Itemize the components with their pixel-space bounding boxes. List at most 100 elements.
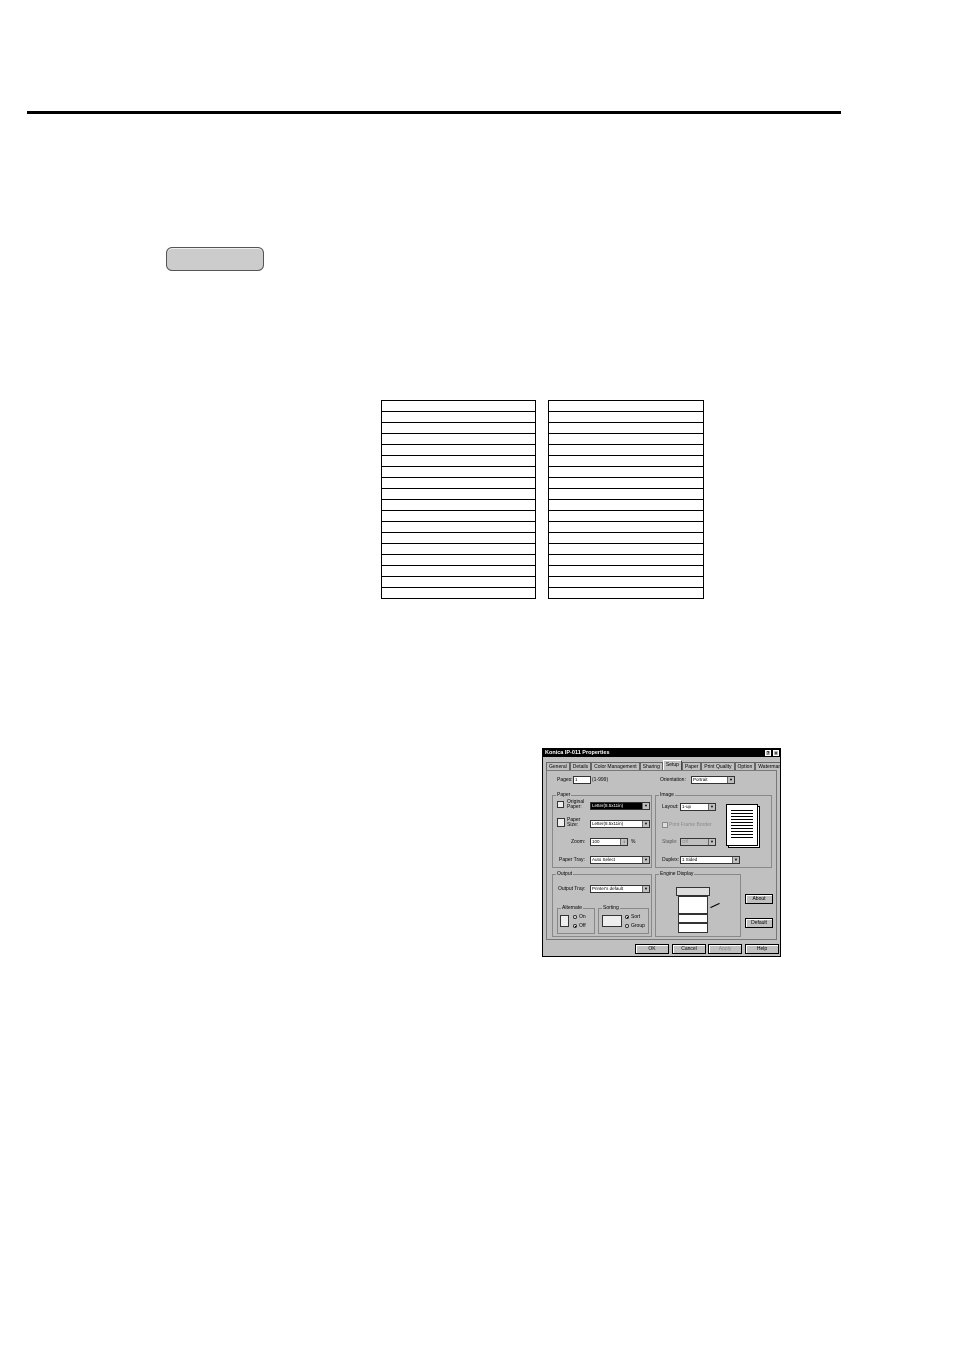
print-frame-label: Print Frame Border bbox=[669, 822, 712, 828]
sort-label: Sort bbox=[631, 914, 641, 920]
orientation-value: Portrait bbox=[693, 777, 708, 782]
layout-select[interactable]: 1-up ▼ bbox=[680, 803, 716, 811]
print-frame-checkbox[interactable] bbox=[662, 822, 668, 828]
table-row bbox=[381, 554, 536, 566]
header-rule bbox=[27, 111, 841, 114]
table-row bbox=[381, 532, 536, 544]
table-row bbox=[381, 521, 536, 533]
output-group: Output Output Tray: Printer's default ▼ A… bbox=[552, 871, 652, 937]
table-row bbox=[381, 455, 536, 467]
zoom-input[interactable]: 100 ↕ bbox=[590, 838, 628, 846]
table-row bbox=[548, 444, 704, 456]
settings-table-right bbox=[548, 400, 704, 599]
table-row bbox=[548, 433, 704, 445]
table-row bbox=[548, 543, 704, 555]
table-cell bbox=[381, 466, 536, 478]
alternate-on-label: On bbox=[579, 914, 586, 920]
table-row bbox=[381, 488, 536, 500]
table-cell bbox=[548, 466, 704, 478]
duplex-select[interactable]: 1 Sided ▼ bbox=[680, 856, 740, 864]
group-radio[interactable] bbox=[625, 924, 629, 928]
settings-table-left bbox=[381, 400, 536, 599]
alternate-group: Alternate On Off bbox=[557, 905, 595, 934]
table-cell bbox=[381, 444, 536, 456]
table-row bbox=[548, 400, 704, 412]
table-cell bbox=[548, 576, 704, 588]
table-row bbox=[381, 576, 536, 588]
original-paper-select[interactable]: Letter(8.5x11in) ▼ bbox=[590, 802, 650, 810]
table-row bbox=[381, 543, 536, 555]
alternate-on-radio[interactable] bbox=[573, 915, 577, 919]
image-group: Image Layout: 1-up ▼ Print Frame Border S… bbox=[655, 792, 772, 868]
apply-button[interactable]: Apply bbox=[708, 944, 742, 954]
chevron-down-icon: ▼ bbox=[642, 886, 649, 892]
table-row bbox=[381, 400, 536, 412]
staple-select[interactable]: Off ▼ bbox=[680, 838, 716, 846]
paper-tray-select[interactable]: Auto Select ▼ bbox=[590, 856, 650, 864]
table-cell bbox=[548, 488, 704, 500]
cancel-button[interactable]: Cancel bbox=[672, 944, 706, 954]
table-row bbox=[381, 477, 536, 489]
about-button[interactable]: About bbox=[745, 894, 773, 904]
default-button[interactable]: Default bbox=[745, 918, 773, 928]
zoom-value: 100 bbox=[592, 839, 600, 844]
ok-button[interactable]: OK bbox=[635, 944, 669, 954]
table-row bbox=[548, 411, 704, 423]
table-cell bbox=[381, 499, 536, 511]
help-icon[interactable]: ? bbox=[765, 750, 771, 757]
table-row bbox=[548, 422, 704, 434]
table-row bbox=[548, 587, 704, 599]
table-row bbox=[381, 433, 536, 445]
original-paper-icon bbox=[557, 801, 564, 808]
table-row bbox=[381, 466, 536, 478]
alternate-off-radio[interactable] bbox=[573, 924, 577, 928]
table-row bbox=[381, 587, 536, 599]
table-row bbox=[548, 466, 704, 478]
table-cell bbox=[381, 455, 536, 467]
staple-label: Staple: bbox=[662, 839, 678, 845]
help-button[interactable]: Help bbox=[745, 944, 779, 954]
image-group-title: Image bbox=[659, 792, 675, 798]
chevron-down-icon: ▼ bbox=[708, 839, 715, 845]
table-row bbox=[548, 521, 704, 533]
table-cell bbox=[381, 587, 536, 599]
table-cell bbox=[381, 543, 536, 555]
table-row bbox=[381, 444, 536, 456]
table-cell bbox=[381, 576, 536, 588]
alternate-icon bbox=[560, 915, 569, 927]
zoom-label: Zoom: bbox=[571, 839, 586, 845]
paper-size-value: Letter(8.5x11in) bbox=[592, 821, 624, 826]
output-tray-label: Output Tray: bbox=[558, 886, 586, 892]
table-cell bbox=[548, 499, 704, 511]
table-cell bbox=[548, 521, 704, 533]
engine-display-group: Engine Display bbox=[655, 871, 741, 937]
sorting-group-title: Sorting bbox=[602, 905, 620, 911]
table-cell bbox=[548, 543, 704, 555]
chevron-down-icon: ▼ bbox=[727, 777, 734, 783]
table-cell bbox=[381, 565, 536, 577]
section-pill-button bbox=[166, 247, 264, 271]
sort-radio[interactable] bbox=[625, 915, 629, 919]
pages-input[interactable]: 1 bbox=[573, 776, 591, 784]
output-tray-select[interactable]: Printer's default ▼ bbox=[590, 885, 650, 893]
table-row bbox=[548, 576, 704, 588]
paper-group: Paper Original Paper: Letter(8.5x11in) ▼ … bbox=[552, 792, 652, 868]
original-paper-label: Original Paper: bbox=[567, 799, 585, 810]
paper-size-label: Paper Size: bbox=[567, 817, 581, 828]
layout-value: 1-up bbox=[682, 804, 692, 809]
output-group-title: Output bbox=[556, 871, 574, 877]
layout-label: Layout: bbox=[662, 804, 679, 810]
orientation-select[interactable]: Portrait ▼ bbox=[691, 776, 735, 784]
table-cell bbox=[381, 400, 536, 412]
dialog-title: Konica IP-011 Properties bbox=[545, 750, 610, 756]
spinner-icon[interactable]: ↕ bbox=[620, 839, 627, 845]
table-cell bbox=[381, 488, 536, 500]
alternate-off-label: Off bbox=[579, 923, 586, 929]
paper-group-title: Paper bbox=[556, 792, 572, 798]
table-cell bbox=[548, 554, 704, 566]
close-icon[interactable]: × bbox=[773, 750, 779, 757]
tab-strip: General Details Color Management Sharing… bbox=[546, 760, 780, 771]
table-cell bbox=[548, 587, 704, 599]
table-cell bbox=[548, 565, 704, 577]
paper-size-select[interactable]: Letter(8.5x11in) ▼ bbox=[590, 820, 650, 828]
